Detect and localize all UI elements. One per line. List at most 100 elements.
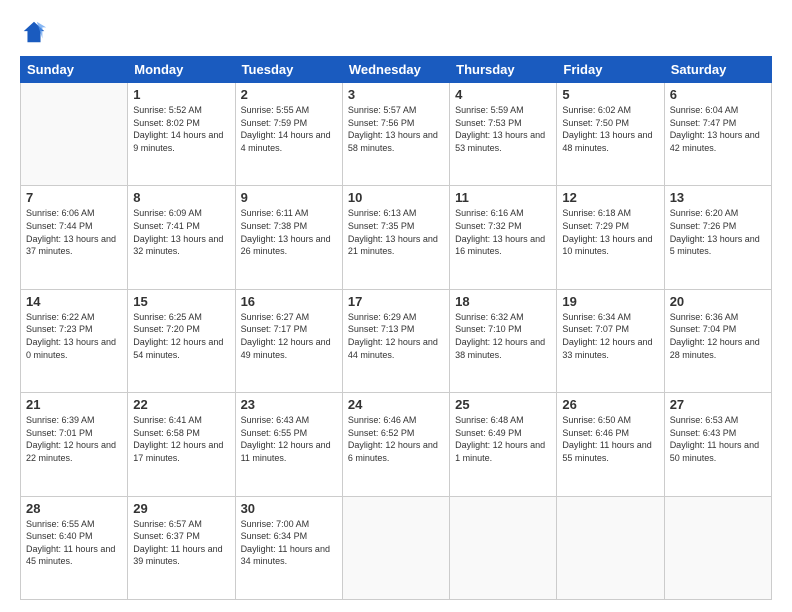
page: SundayMondayTuesdayWednesdayThursdayFrid… (0, 0, 792, 612)
day-number: 11 (455, 190, 551, 205)
day-info: Sunrise: 6:46 AMSunset: 6:52 PMDaylight:… (348, 414, 444, 464)
day-number: 23 (241, 397, 337, 412)
day-number: 2 (241, 87, 337, 102)
day-info: Sunrise: 6:53 AMSunset: 6:43 PMDaylight:… (670, 414, 766, 464)
day-info: Sunrise: 5:52 AMSunset: 8:02 PMDaylight:… (133, 104, 229, 154)
calendar-cell: 25Sunrise: 6:48 AMSunset: 6:49 PMDayligh… (450, 393, 557, 496)
calendar-cell: 22 Sunrise: 6:41 AMSunset: 6:58 PMDayligh… (128, 393, 235, 496)
day-number: 12 (562, 190, 658, 205)
day-info: Sunrise: 6:22 AMSunset: 7:23 PMDaylight:… (26, 311, 122, 361)
calendar-cell: 15Sunrise: 6:25 AMSunset: 7:20 PMDayligh… (128, 289, 235, 392)
weekday-header-row: SundayMondayTuesdayWednesdayThursdayFrid… (21, 57, 772, 83)
day-number: 25 (455, 397, 551, 412)
logo (20, 18, 52, 46)
day-info: Sunrise: 6:32 AMSunset: 7:10 PMDaylight:… (455, 311, 551, 361)
weekday-header-friday: Friday (557, 57, 664, 83)
day-number: 28 (26, 501, 122, 516)
day-number: 15 (133, 294, 229, 309)
calendar-cell: 29 Sunrise: 6:57 AMSunset: 6:37 PMDayligh… (128, 496, 235, 599)
calendar-cell: 7 Sunrise: 6:06 AMSunset: 7:44 PMDaylight… (21, 186, 128, 289)
day-number: 6 (670, 87, 766, 102)
day-info: Sunrise: 6:57 AMSunset: 6:37 PMDaylight:… (133, 518, 229, 568)
calendar-cell: 21 Sunrise: 6:39 AMSunset: 7:01 PMDayligh… (21, 393, 128, 496)
calendar-cell (21, 83, 128, 186)
day-number: 13 (670, 190, 766, 205)
day-number: 30 (241, 501, 337, 516)
day-info: Sunrise: 6:02 AMSunset: 7:50 PMDaylight:… (562, 104, 658, 154)
calendar-cell: 1Sunrise: 5:52 AMSunset: 8:02 PMDaylight… (128, 83, 235, 186)
day-info: Sunrise: 7:00 AMSunset: 6:34 PMDaylight:… (241, 518, 337, 568)
day-number: 19 (562, 294, 658, 309)
calendar-cell: 8Sunrise: 6:09 AMSunset: 7:41 PMDaylight… (128, 186, 235, 289)
week-row-3: 14 Sunrise: 6:22 AMSunset: 7:23 PMDayligh… (21, 289, 772, 392)
calendar-cell (342, 496, 449, 599)
day-info: Sunrise: 6:13 AMSunset: 7:35 PMDaylight:… (348, 207, 444, 257)
calendar-cell: 16 Sunrise: 6:27 AMSunset: 7:17 PMDayligh… (235, 289, 342, 392)
calendar-cell: 10Sunrise: 6:13 AMSunset: 7:35 PMDayligh… (342, 186, 449, 289)
day-number: 26 (562, 397, 658, 412)
calendar-cell: 5 Sunrise: 6:02 AMSunset: 7:50 PMDaylight… (557, 83, 664, 186)
day-number: 9 (241, 190, 337, 205)
day-number: 24 (348, 397, 444, 412)
day-number: 22 (133, 397, 229, 412)
weekday-header-saturday: Saturday (664, 57, 771, 83)
calendar-cell: 19 Sunrise: 6:34 AMSunset: 7:07 PMDayligh… (557, 289, 664, 392)
header (20, 18, 772, 46)
calendar-cell: 4 Sunrise: 5:59 AMSunset: 7:53 PMDaylight… (450, 83, 557, 186)
weekday-header-tuesday: Tuesday (235, 57, 342, 83)
week-row-1: 1Sunrise: 5:52 AMSunset: 8:02 PMDaylight… (21, 83, 772, 186)
calendar-cell: 6 Sunrise: 6:04 AMSunset: 7:47 PMDaylight… (664, 83, 771, 186)
day-info: Sunrise: 6:41 AMSunset: 6:58 PMDaylight:… (133, 414, 229, 464)
day-number: 18 (455, 294, 551, 309)
day-info: Sunrise: 6:27 AMSunset: 7:17 PMDaylight:… (241, 311, 337, 361)
day-number: 5 (562, 87, 658, 102)
weekday-header-monday: Monday (128, 57, 235, 83)
day-info: Sunrise: 6:39 AMSunset: 7:01 PMDaylight:… (26, 414, 122, 464)
day-info: Sunrise: 6:36 AMSunset: 7:04 PMDaylight:… (670, 311, 766, 361)
day-info: Sunrise: 6:20 AMSunset: 7:26 PMDaylight:… (670, 207, 766, 257)
calendar-cell: 3 Sunrise: 5:57 AMSunset: 7:56 PMDaylight… (342, 83, 449, 186)
week-row-4: 21 Sunrise: 6:39 AMSunset: 7:01 PMDayligh… (21, 393, 772, 496)
day-info: Sunrise: 6:04 AMSunset: 7:47 PMDaylight:… (670, 104, 766, 154)
logo-icon (20, 18, 48, 46)
day-number: 27 (670, 397, 766, 412)
day-info: Sunrise: 5:57 AMSunset: 7:56 PMDaylight:… (348, 104, 444, 154)
calendar-cell (557, 496, 664, 599)
weekday-header-sunday: Sunday (21, 57, 128, 83)
weekday-header-thursday: Thursday (450, 57, 557, 83)
calendar-table: SundayMondayTuesdayWednesdayThursdayFrid… (20, 56, 772, 600)
day-number: 8 (133, 190, 229, 205)
calendar-cell: 24 Sunrise: 6:46 AMSunset: 6:52 PMDayligh… (342, 393, 449, 496)
calendar-cell: 23Sunrise: 6:43 AMSunset: 6:55 PMDayligh… (235, 393, 342, 496)
day-info: Sunrise: 6:16 AMSunset: 7:32 PMDaylight:… (455, 207, 551, 257)
day-number: 17 (348, 294, 444, 309)
calendar-cell: 26Sunrise: 6:50 AMSunset: 6:46 PMDayligh… (557, 393, 664, 496)
day-number: 4 (455, 87, 551, 102)
calendar-cell (450, 496, 557, 599)
calendar-cell: 20 Sunrise: 6:36 AMSunset: 7:04 PMDayligh… (664, 289, 771, 392)
day-number: 14 (26, 294, 122, 309)
day-number: 20 (670, 294, 766, 309)
calendar-cell: 18 Sunrise: 6:32 AMSunset: 7:10 PMDayligh… (450, 289, 557, 392)
day-number: 3 (348, 87, 444, 102)
calendar-cell: 27 Sunrise: 6:53 AMSunset: 6:43 PMDayligh… (664, 393, 771, 496)
calendar-cell: 12 Sunrise: 6:18 AMSunset: 7:29 PMDayligh… (557, 186, 664, 289)
week-row-5: 28Sunrise: 6:55 AMSunset: 6:40 PMDayligh… (21, 496, 772, 599)
calendar-cell: 17Sunrise: 6:29 AMSunset: 7:13 PMDayligh… (342, 289, 449, 392)
day-number: 29 (133, 501, 229, 516)
day-info: Sunrise: 5:55 AMSunset: 7:59 PMDaylight:… (241, 104, 337, 154)
calendar-cell: 30 Sunrise: 7:00 AMSunset: 6:34 PMDayligh… (235, 496, 342, 599)
day-number: 16 (241, 294, 337, 309)
day-number: 21 (26, 397, 122, 412)
day-info: Sunrise: 6:34 AMSunset: 7:07 PMDaylight:… (562, 311, 658, 361)
week-row-2: 7 Sunrise: 6:06 AMSunset: 7:44 PMDaylight… (21, 186, 772, 289)
day-info: Sunrise: 6:18 AMSunset: 7:29 PMDaylight:… (562, 207, 658, 257)
weekday-header-wednesday: Wednesday (342, 57, 449, 83)
calendar-cell: 28Sunrise: 6:55 AMSunset: 6:40 PMDayligh… (21, 496, 128, 599)
calendar-cell: 2 Sunrise: 5:55 AMSunset: 7:59 PMDaylight… (235, 83, 342, 186)
day-info: Sunrise: 5:59 AMSunset: 7:53 PMDaylight:… (455, 104, 551, 154)
day-info: Sunrise: 6:06 AMSunset: 7:44 PMDaylight:… (26, 207, 122, 257)
calendar-cell: 14 Sunrise: 6:22 AMSunset: 7:23 PMDayligh… (21, 289, 128, 392)
calendar-cell (664, 496, 771, 599)
day-number: 7 (26, 190, 122, 205)
